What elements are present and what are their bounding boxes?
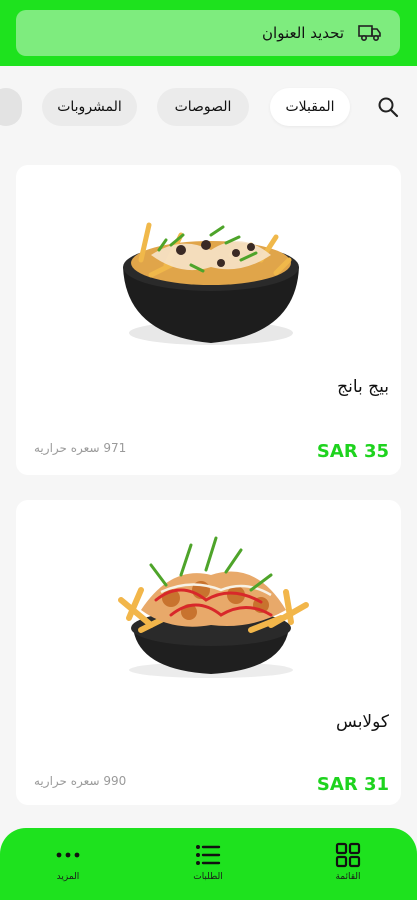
product-name: كولابس	[336, 712, 389, 732]
grid-icon	[335, 842, 361, 868]
top-bar: تحديد العنوان	[0, 0, 417, 66]
product-calories: 971 سعره حراريه	[34, 441, 127, 455]
product-name: بيج بانج	[337, 377, 389, 397]
product-image	[118, 536, 309, 678]
update-address-button[interactable]: تحديد العنوان	[16, 10, 400, 56]
bottom-navigation: القائمة الطلبات المزيد	[0, 828, 417, 900]
category-chip-sauces[interactable]: الصوصات	[157, 88, 249, 126]
nav-label-orders: الطلبات	[193, 872, 223, 882]
nav-label-more: المزيد	[56, 872, 80, 882]
list-icon	[196, 845, 221, 865]
product-calories: 990 سعره حراريه	[34, 774, 127, 788]
nav-label-menu: القائمة	[335, 872, 361, 882]
category-bar: المقبلات الصوصات المشروبات	[0, 84, 417, 130]
category-chip-drinks[interactable]: المشروبات	[42, 88, 137, 126]
product-price: SAR 35	[316, 441, 389, 462]
nav-item-menu[interactable]: القائمة	[313, 842, 383, 882]
category-chip-partial[interactable]	[0, 88, 22, 126]
delivery-truck-icon	[358, 25, 381, 42]
product-image	[123, 222, 299, 345]
product-card[interactable]: بيج بانج SAR 35 971 سعره حراريه	[16, 165, 401, 475]
nav-item-orders[interactable]: الطلبات	[173, 842, 243, 882]
product-card[interactable]: كولابس SAR 31 990 سعره حراريه	[16, 500, 401, 805]
nav-item-more[interactable]: المزيد	[33, 842, 103, 882]
update-address-label: تحديد العنوان	[262, 24, 344, 42]
category-chip-appetizers[interactable]: المقبلات	[270, 88, 350, 126]
search-icon[interactable]	[377, 96, 399, 118]
product-price: SAR 31	[316, 774, 389, 795]
more-dots-icon	[56, 852, 80, 858]
